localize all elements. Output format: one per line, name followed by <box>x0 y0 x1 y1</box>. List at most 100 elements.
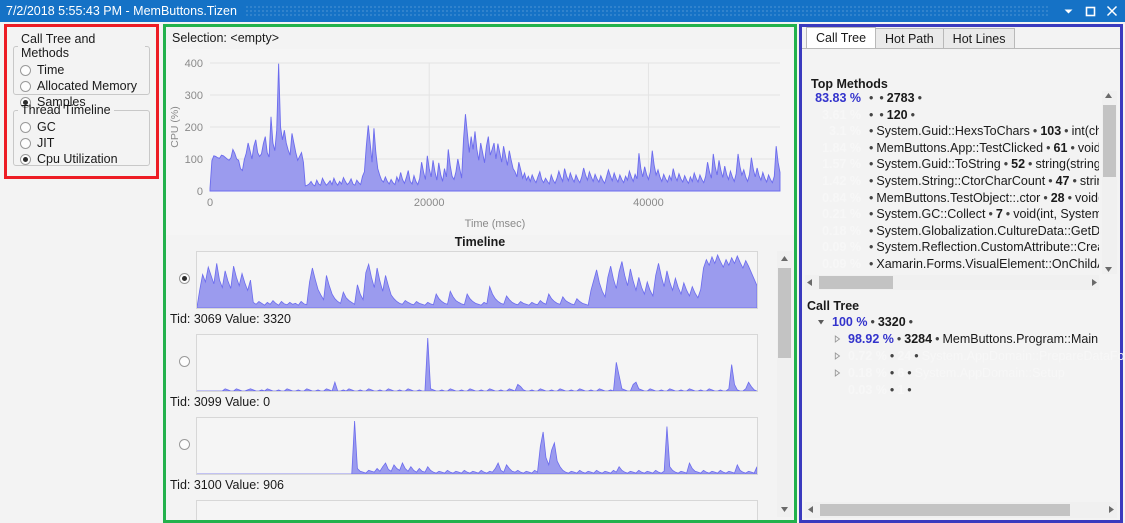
top-methods-row[interactable]: 0.09 %•Xamarin.Forms.VisualElement::OnCh… <box>805 257 1099 274</box>
cpu-utilization-chart[interactable]: 010020030040002000040000CPU (%)Time (mse… <box>166 49 794 235</box>
radio-icon[interactable] <box>179 356 190 367</box>
timeline-sparkline[interactable] <box>196 500 758 520</box>
main-content: Call Tree and Methods Time Allocated Mem… <box>0 22 1125 523</box>
radio-label: GC <box>37 120 56 134</box>
thread-timeline-list: Tid: 3069 Value: 3320Tid: 3099 Value: 0T… <box>166 251 794 520</box>
radio-option-cpu-utilization[interactable]: Cpu Utilization <box>20 151 145 167</box>
top-methods-row[interactable]: 1.42 %•System.String::CtorCharCount•47•s… <box>805 174 1099 191</box>
scroll-thumb[interactable] <box>820 504 1070 516</box>
scroll-down-arrow-icon[interactable] <box>777 502 792 517</box>
top-methods-row[interactable]: 0.09 %•System.Reflection.CustomAttribute… <box>805 240 1099 257</box>
top-methods-vertical-scrollbar[interactable] <box>1102 91 1117 274</box>
triangle-collapsed-icon[interactable] <box>831 369 842 377</box>
radio-icon-selected[interactable] <box>20 154 31 165</box>
scroll-thumb[interactable] <box>778 268 791 358</box>
close-button[interactable] <box>1101 1 1123 21</box>
svg-text:0: 0 <box>207 197 213 209</box>
selection-value: <empty> <box>230 31 279 45</box>
top-methods-row[interactable]: 1.57 %•System.Guid::ToString•52•string(s… <box>805 157 1099 174</box>
tab-hot-lines[interactable]: Hot Lines <box>943 28 1016 48</box>
maximize-button[interactable] <box>1079 1 1101 21</box>
top-methods-row[interactable]: 1.84 %•MemButtons.App::TestClicked•61•vo… <box>805 141 1099 158</box>
top-methods-list[interactable]: 83.83 %••2783•3.61 %••120•3.1 %•System.G… <box>805 91 1099 274</box>
window-controls <box>1057 1 1123 21</box>
call-tree-percent: 0.18 % <box>848 366 887 380</box>
svg-text:Time (msec): Time (msec) <box>465 218 526 230</box>
timeline-panel: Selection: <empty> 010020030040002000040… <box>163 24 797 523</box>
top-methods-row[interactable]: 3.61 %••120• <box>805 108 1099 125</box>
top-methods-row[interactable]: 3.1 %•System.Guid::HexsToChars•103•int(c… <box>805 124 1099 141</box>
method-details: •System.Guid::HexsToChars•103•int(char <box>861 124 1099 138</box>
radio-option-allocated-memory[interactable]: Allocated Memory <box>20 78 145 94</box>
top-methods-section: Top Methods 83.83 %••2783•3.61 %••120•3.… <box>805 71 1117 290</box>
radio-option-time[interactable]: Time <box>20 62 145 78</box>
timeline-row-label: Tid: 3100 Value: 906 <box>170 478 284 492</box>
call-tree-row[interactable]: 100 %•3320• <box>805 313 1117 330</box>
method-percent: 3.61 % <box>805 108 861 122</box>
radio-icon[interactable] <box>20 122 31 133</box>
scroll-left-arrow-icon[interactable] <box>806 505 815 514</box>
top-methods-row[interactable]: 0.84 %•MemButtons.TestObject::.ctor•28•v… <box>805 191 1099 208</box>
timeline-row-radio[interactable] <box>176 356 192 367</box>
scroll-thumb[interactable] <box>1103 105 1116 177</box>
call-tree-row[interactable]: 98.92 %•3284•MemButtons.Program::Main <box>805 330 1117 347</box>
timeline-vertical-scrollbar[interactable] <box>777 251 792 517</box>
timeline-row-radio[interactable] <box>176 273 192 284</box>
analysis-panel-horizontal-scrollbar[interactable] <box>805 502 1117 518</box>
timeline-row-radio[interactable] <box>176 439 192 450</box>
call-tree-row[interactable]: 0.18 %•6•System.AppDomain::Setup <box>805 364 1117 381</box>
radio-option-jit[interactable]: JIT <box>20 135 145 151</box>
method-details: •System.String::CtorCharCount•47•string <box>861 174 1099 188</box>
top-methods-row[interactable]: 83.83 %••2783• <box>805 91 1099 108</box>
call-tree-percent: 0.72 % <box>848 349 887 363</box>
scroll-right-arrow-icon[interactable] <box>1090 278 1099 287</box>
method-percent: 0.09 % <box>805 257 861 271</box>
radio-icon[interactable] <box>20 65 31 76</box>
triangle-expanded-icon[interactable] <box>815 318 826 326</box>
method-percent: 0.18 % <box>805 224 861 238</box>
timeline-sparkline[interactable] <box>196 417 758 475</box>
call-tree-and-methods-legend: Call Tree and Methods <box>18 32 145 60</box>
method-percent: 83.83 % <box>805 91 861 105</box>
call-tree-row[interactable]: 0.03 %•1• <box>805 381 1117 398</box>
scroll-up-arrow-icon[interactable] <box>1104 91 1113 100</box>
call-tree-row[interactable]: 0.72 %•24•System.AppDomain::PrepareDataF… <box>805 347 1117 364</box>
call-tree-and-methods-group: Call Tree and Methods Time Allocated Mem… <box>13 32 150 95</box>
selection-status: Selection: <empty> <box>166 27 794 45</box>
timeline-sparkline[interactable] <box>196 251 758 309</box>
triangle-collapsed-icon[interactable] <box>831 335 842 343</box>
call-tree-list[interactable]: 100 %•3320•98.92 %•3284•MemButtons.Progr… <box>805 313 1117 398</box>
call-tree-node-label: •1• <box>887 383 915 397</box>
window-title-bar: 7/2/2018 5:55:43 PM - MemButtons.Tizen <box>0 0 1125 22</box>
radio-label: Time <box>37 63 64 77</box>
title-bar-grip <box>245 5 1049 17</box>
tab-call-tree[interactable]: Call Tree <box>806 27 876 48</box>
scroll-right-arrow-icon[interactable] <box>1107 505 1116 514</box>
analysis-tabs: Call Tree Hot Path Hot Lines <box>802 27 1120 49</box>
radio-icon[interactable] <box>20 138 31 149</box>
call-tree-node-label: •6•System.AppDomain::Setup <box>887 366 1065 380</box>
timeline-sparkline[interactable] <box>196 334 758 392</box>
method-percent: 0.84 % <box>805 191 861 205</box>
top-methods-row[interactable]: 0.21 %•System.GC::Collect•7•void(int, Sy… <box>805 207 1099 224</box>
top-methods-row[interactable]: 0.18 %•System.Globalization.CultureData:… <box>805 224 1099 241</box>
tab-hot-path[interactable]: Hot Path <box>875 28 944 48</box>
thread-timeline-legend: Thread Timeline <box>18 103 114 117</box>
scroll-left-arrow-icon[interactable] <box>805 278 814 287</box>
triangle-collapsed-icon[interactable] <box>831 352 842 360</box>
method-details: •Xamarin.Forms.VisualElement::OnChildAdd <box>861 257 1099 271</box>
radio-option-gc[interactable]: GC <box>20 119 145 135</box>
minimize-button[interactable] <box>1057 1 1079 21</box>
svg-text:300: 300 <box>185 90 203 102</box>
scroll-down-arrow-icon[interactable] <box>1104 265 1113 274</box>
call-tree-node-label: •3284•MemButtons.Program::Main <box>894 332 1098 346</box>
top-methods-horizontal-scrollbar[interactable] <box>805 275 1099 290</box>
scroll-up-arrow-icon[interactable] <box>777 251 792 266</box>
radio-icon[interactable] <box>179 439 190 450</box>
radio-icon[interactable] <box>20 81 31 92</box>
radio-icon-selected[interactable] <box>179 273 190 284</box>
scroll-thumb[interactable] <box>819 276 893 289</box>
svg-text:40000: 40000 <box>633 197 664 209</box>
call-tree-heading: Call Tree <box>805 293 859 315</box>
radio-label: JIT <box>37 136 54 150</box>
